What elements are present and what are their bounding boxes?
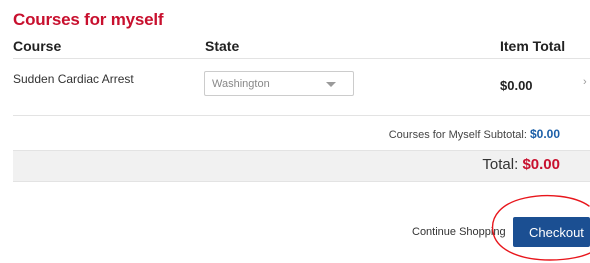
- item-total-value: $0.00: [500, 78, 533, 93]
- continue-shopping-link[interactable]: Continue Shopping: [412, 226, 506, 238]
- subtotal-value: $0.00: [529, 127, 560, 141]
- subtotal-label: Courses for Myself Subtotal:: [388, 129, 527, 141]
- state-select[interactable]: Washington: [204, 71, 354, 96]
- chevron-down-icon: [326, 82, 336, 87]
- checkout-button[interactable]: Checkout: [513, 217, 590, 247]
- header-divider: [13, 58, 590, 59]
- chevron-right-icon[interactable]: ›: [583, 76, 587, 88]
- section-title: Courses for myself: [13, 10, 164, 29]
- state-select-value: Washington: [212, 78, 270, 90]
- total-value: $0.00: [522, 156, 560, 173]
- total-line: Total: $0.00: [482, 156, 560, 173]
- row-divider: [13, 115, 590, 116]
- total-label: Total:: [482, 156, 519, 173]
- course-name: Sudden Cardiac Arrest: [13, 72, 134, 86]
- subtotal-line: Courses for Myself Subtotal: $0.00: [389, 127, 560, 141]
- column-header-state: State: [205, 38, 240, 54]
- column-header-course: Course: [13, 38, 62, 54]
- column-header-item-total: Item Total: [500, 38, 566, 54]
